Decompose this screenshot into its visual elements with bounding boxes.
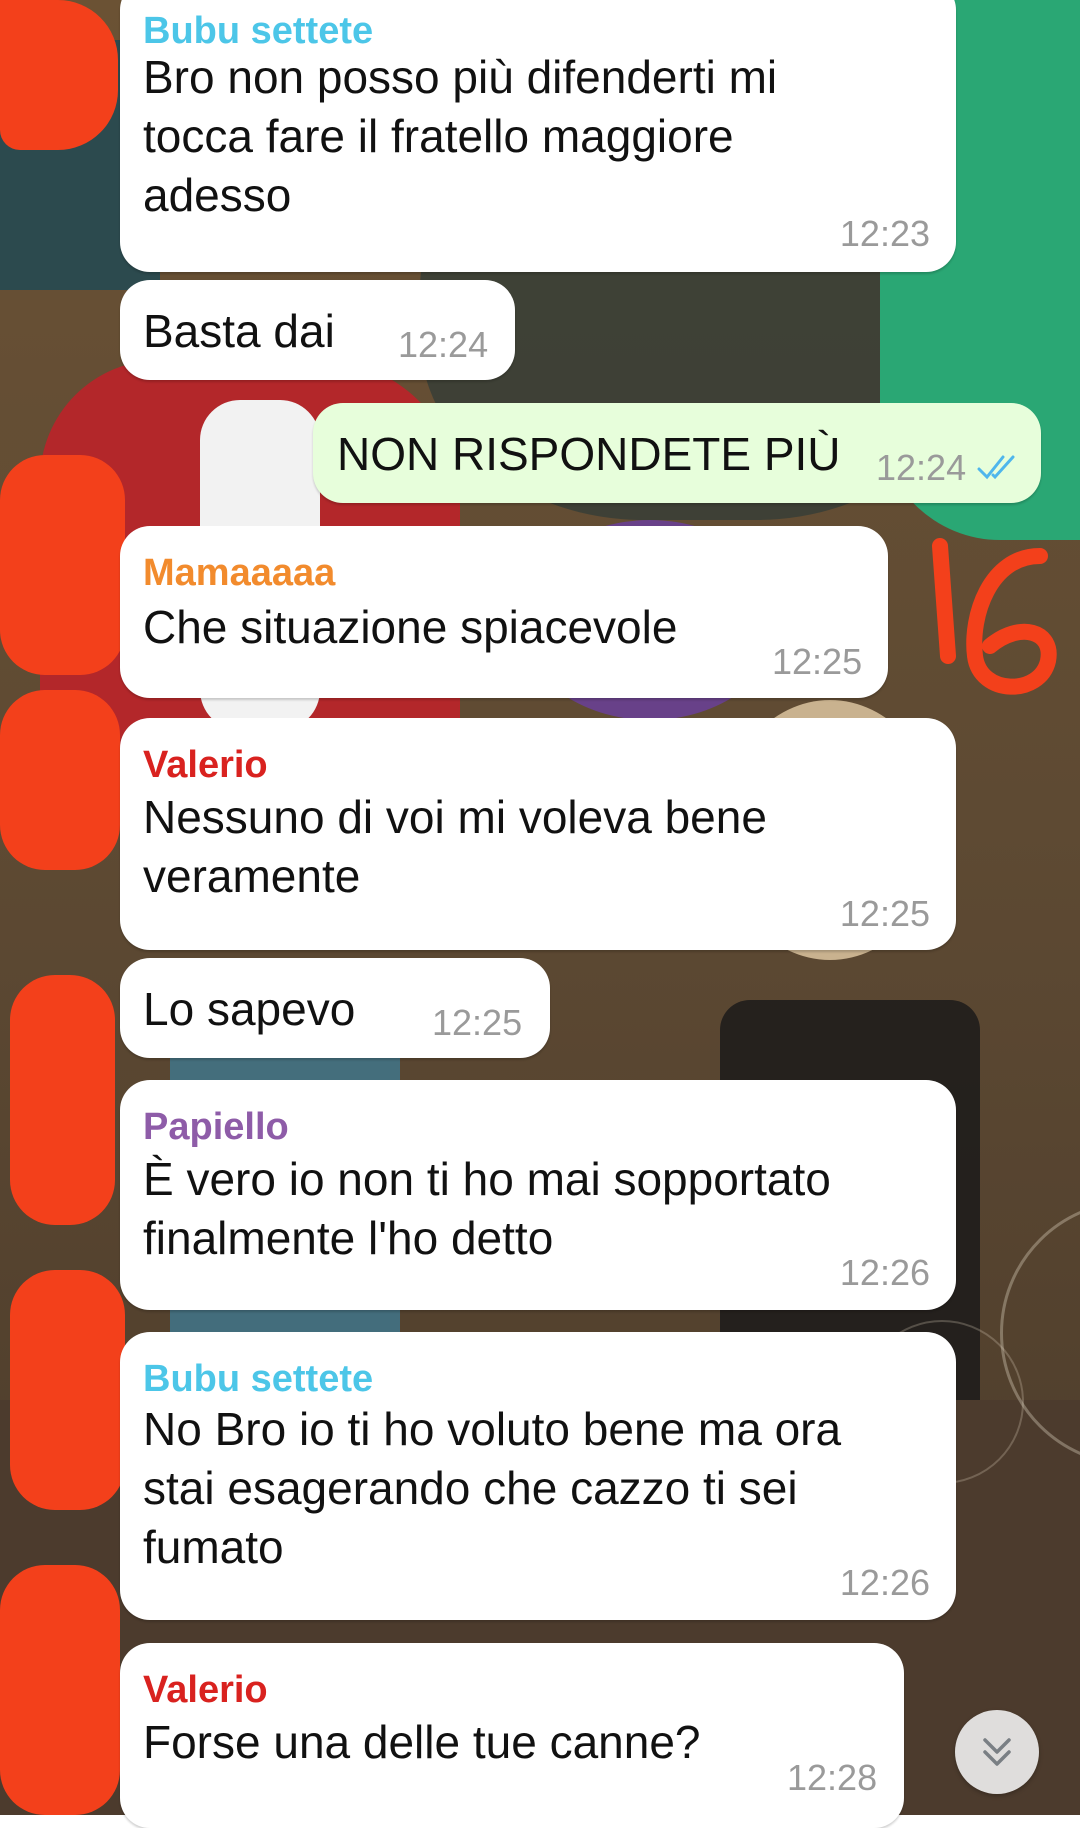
message-time: 12:25 — [839, 893, 930, 934]
message-time: 12:26 — [839, 1562, 930, 1603]
sender-name[interactable]: Valerio — [143, 744, 268, 787]
message-text: No Bro io ti ho voluto bene ma ora stai … — [143, 1403, 842, 1573]
message-bubble[interactable]: Basta dai 12:24 — [120, 280, 515, 380]
message-text: Nessuno di voi mi voleva bene veramente — [143, 791, 767, 902]
message-time: 12:26 — [839, 1252, 930, 1293]
message-bubble[interactable]: Valerio Nessuno di voi mi voleva bene ve… — [120, 718, 956, 950]
sender-name[interactable]: Bubu settete — [143, 1358, 373, 1401]
message-text: Bro non posso più difenderti mi tocca fa… — [143, 51, 778, 221]
message-time: 12:25 — [772, 641, 863, 682]
redaction-scribble — [0, 690, 120, 870]
redaction-scribble — [10, 1270, 125, 1510]
message-text: Forse una delle tue canne? — [143, 1716, 701, 1768]
message-text: Basta dai — [143, 305, 335, 357]
sender-name[interactable]: Bubu settete — [143, 10, 373, 53]
message-bubble[interactable]: Mamaaaaa Che situazione spiacevole 12:25 — [120, 526, 888, 698]
sender-name[interactable]: Mamaaaaa — [143, 552, 335, 595]
message-time: 12:24 — [876, 447, 967, 488]
message-bubble[interactable]: Bubu settete No Bro io ti ho voluto bene… — [120, 1332, 956, 1620]
scroll-to-bottom-button[interactable] — [955, 1710, 1039, 1794]
handwritten-annotation-16 — [932, 538, 1057, 695]
message-time: 12:28 — [787, 1757, 878, 1798]
message-bubble[interactable]: Valerio Forse una delle tue canne? 12:28 — [120, 1643, 904, 1828]
message-text: Lo sapevo — [143, 983, 356, 1035]
redaction-scribble — [0, 0, 118, 150]
redaction-scribble — [0, 1565, 120, 1815]
sender-name[interactable]: Valerio — [143, 1669, 268, 1712]
sender-name[interactable]: Papiello — [143, 1106, 289, 1149]
message-bubble[interactable]: Lo sapevo 12:25 — [120, 958, 550, 1058]
message-time: 12:23 — [839, 213, 930, 254]
chevron-double-down-icon — [983, 1738, 1011, 1766]
message-text: Che situazione spiacevole — [143, 601, 678, 653]
message-text: NON RISPONDETE PIÙ — [337, 428, 841, 480]
message-text: È vero io non ti ho mai sopportato final… — [143, 1153, 831, 1264]
message-bubble[interactable]: Bubu settete Bro non posso più difendert… — [120, 0, 956, 272]
redaction-scribble — [10, 975, 115, 1225]
message-bubble[interactable]: Papiello È vero io non ti ho mai sopport… — [120, 1080, 956, 1310]
double-check-icon — [977, 455, 1015, 480]
message-time: 12:25 — [432, 1002, 523, 1043]
outgoing-message-bubble[interactable]: NON RISPONDETE PIÙ 12:24 — [313, 403, 1041, 503]
redaction-scribble — [0, 455, 125, 675]
message-time: 12:24 — [398, 324, 489, 365]
